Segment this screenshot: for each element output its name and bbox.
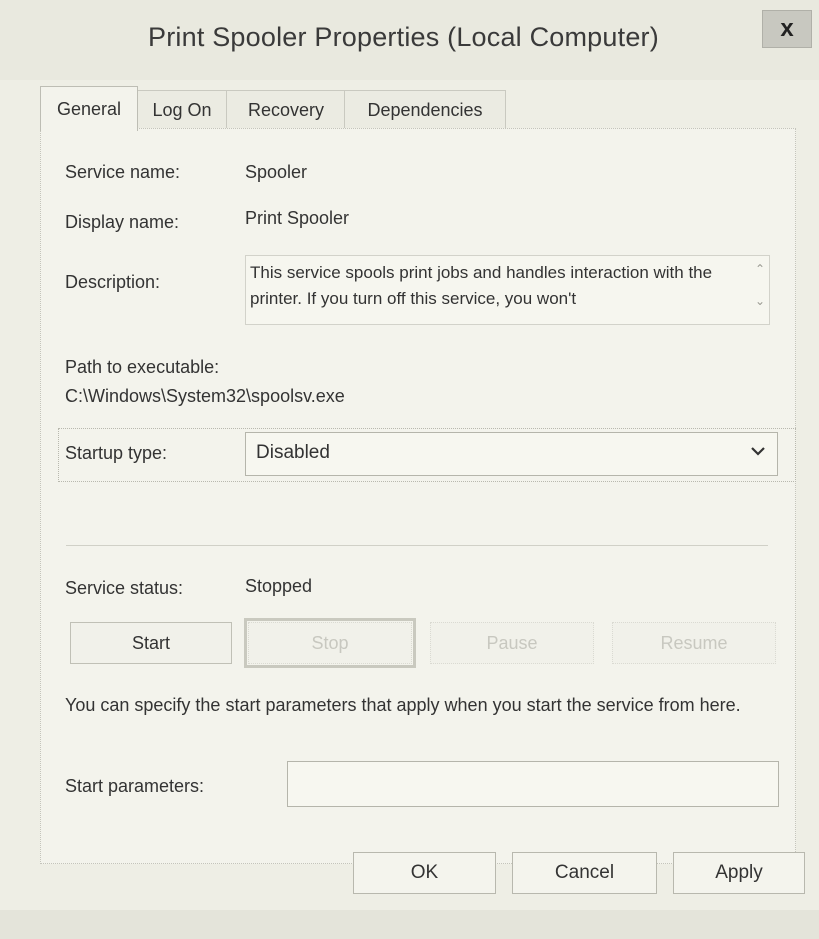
display-name-value: Print Spooler	[245, 208, 350, 228]
description-textbox[interactable]: This service spools print jobs and handl…	[245, 255, 770, 325]
path-label: Path to executable:	[65, 357, 220, 377]
chevron-down-icon	[751, 447, 765, 456]
resume-button[interactable]: Resume	[612, 622, 776, 664]
pause-button[interactable]: Pause	[430, 622, 594, 664]
display-name-label: Display name:	[65, 212, 180, 232]
service-name-label: Service name:	[65, 162, 181, 182]
startup-type-select[interactable]: Disabled	[245, 432, 778, 476]
bottom-edge	[0, 910, 819, 939]
tab-log-on[interactable]: Log On	[136, 90, 228, 129]
start-params-hint: You can specify the start parameters tha…	[65, 695, 741, 715]
start-button[interactable]: Start	[70, 622, 232, 664]
startup-type-value: Disabled	[256, 442, 330, 463]
start-parameters-label: Start parameters:	[65, 776, 205, 796]
ok-button[interactable]: OK	[353, 852, 496, 894]
window-title: Print Spooler Properties (Local Computer…	[148, 22, 659, 52]
stop-button[interactable]: Stop	[244, 618, 416, 668]
close-button[interactable]: x	[762, 10, 812, 48]
cancel-button[interactable]: Cancel	[512, 852, 657, 894]
service-status-label: Service status:	[65, 578, 184, 598]
apply-button[interactable]: Apply	[673, 852, 805, 894]
section-divider	[66, 545, 768, 546]
chevron-up-icon[interactable]: ⌃	[755, 262, 765, 276]
tab-dependencies[interactable]: Dependencies	[344, 90, 506, 129]
chevron-down-icon[interactable]: ⌄	[755, 294, 765, 308]
description-label: Description:	[65, 272, 161, 292]
tab-general[interactable]: General	[40, 86, 138, 131]
path-value: C:\Windows\System32\spoolsv.exe	[65, 386, 345, 406]
service-status-value: Stopped	[245, 576, 313, 596]
tab-recovery[interactable]: Recovery	[226, 90, 346, 129]
start-parameters-input[interactable]	[287, 761, 779, 807]
service-name-value: Spooler	[245, 162, 308, 182]
title-bar: Print Spooler Properties (Local Computer…	[0, 0, 819, 80]
close-icon: x	[780, 15, 794, 42]
properties-dialog: Print Spooler Properties (Local Computer…	[0, 0, 819, 939]
description-text: This service spools print jobs and handl…	[250, 263, 713, 308]
general-tab-panel	[40, 128, 796, 864]
startup-type-label: Startup type:	[65, 443, 168, 463]
